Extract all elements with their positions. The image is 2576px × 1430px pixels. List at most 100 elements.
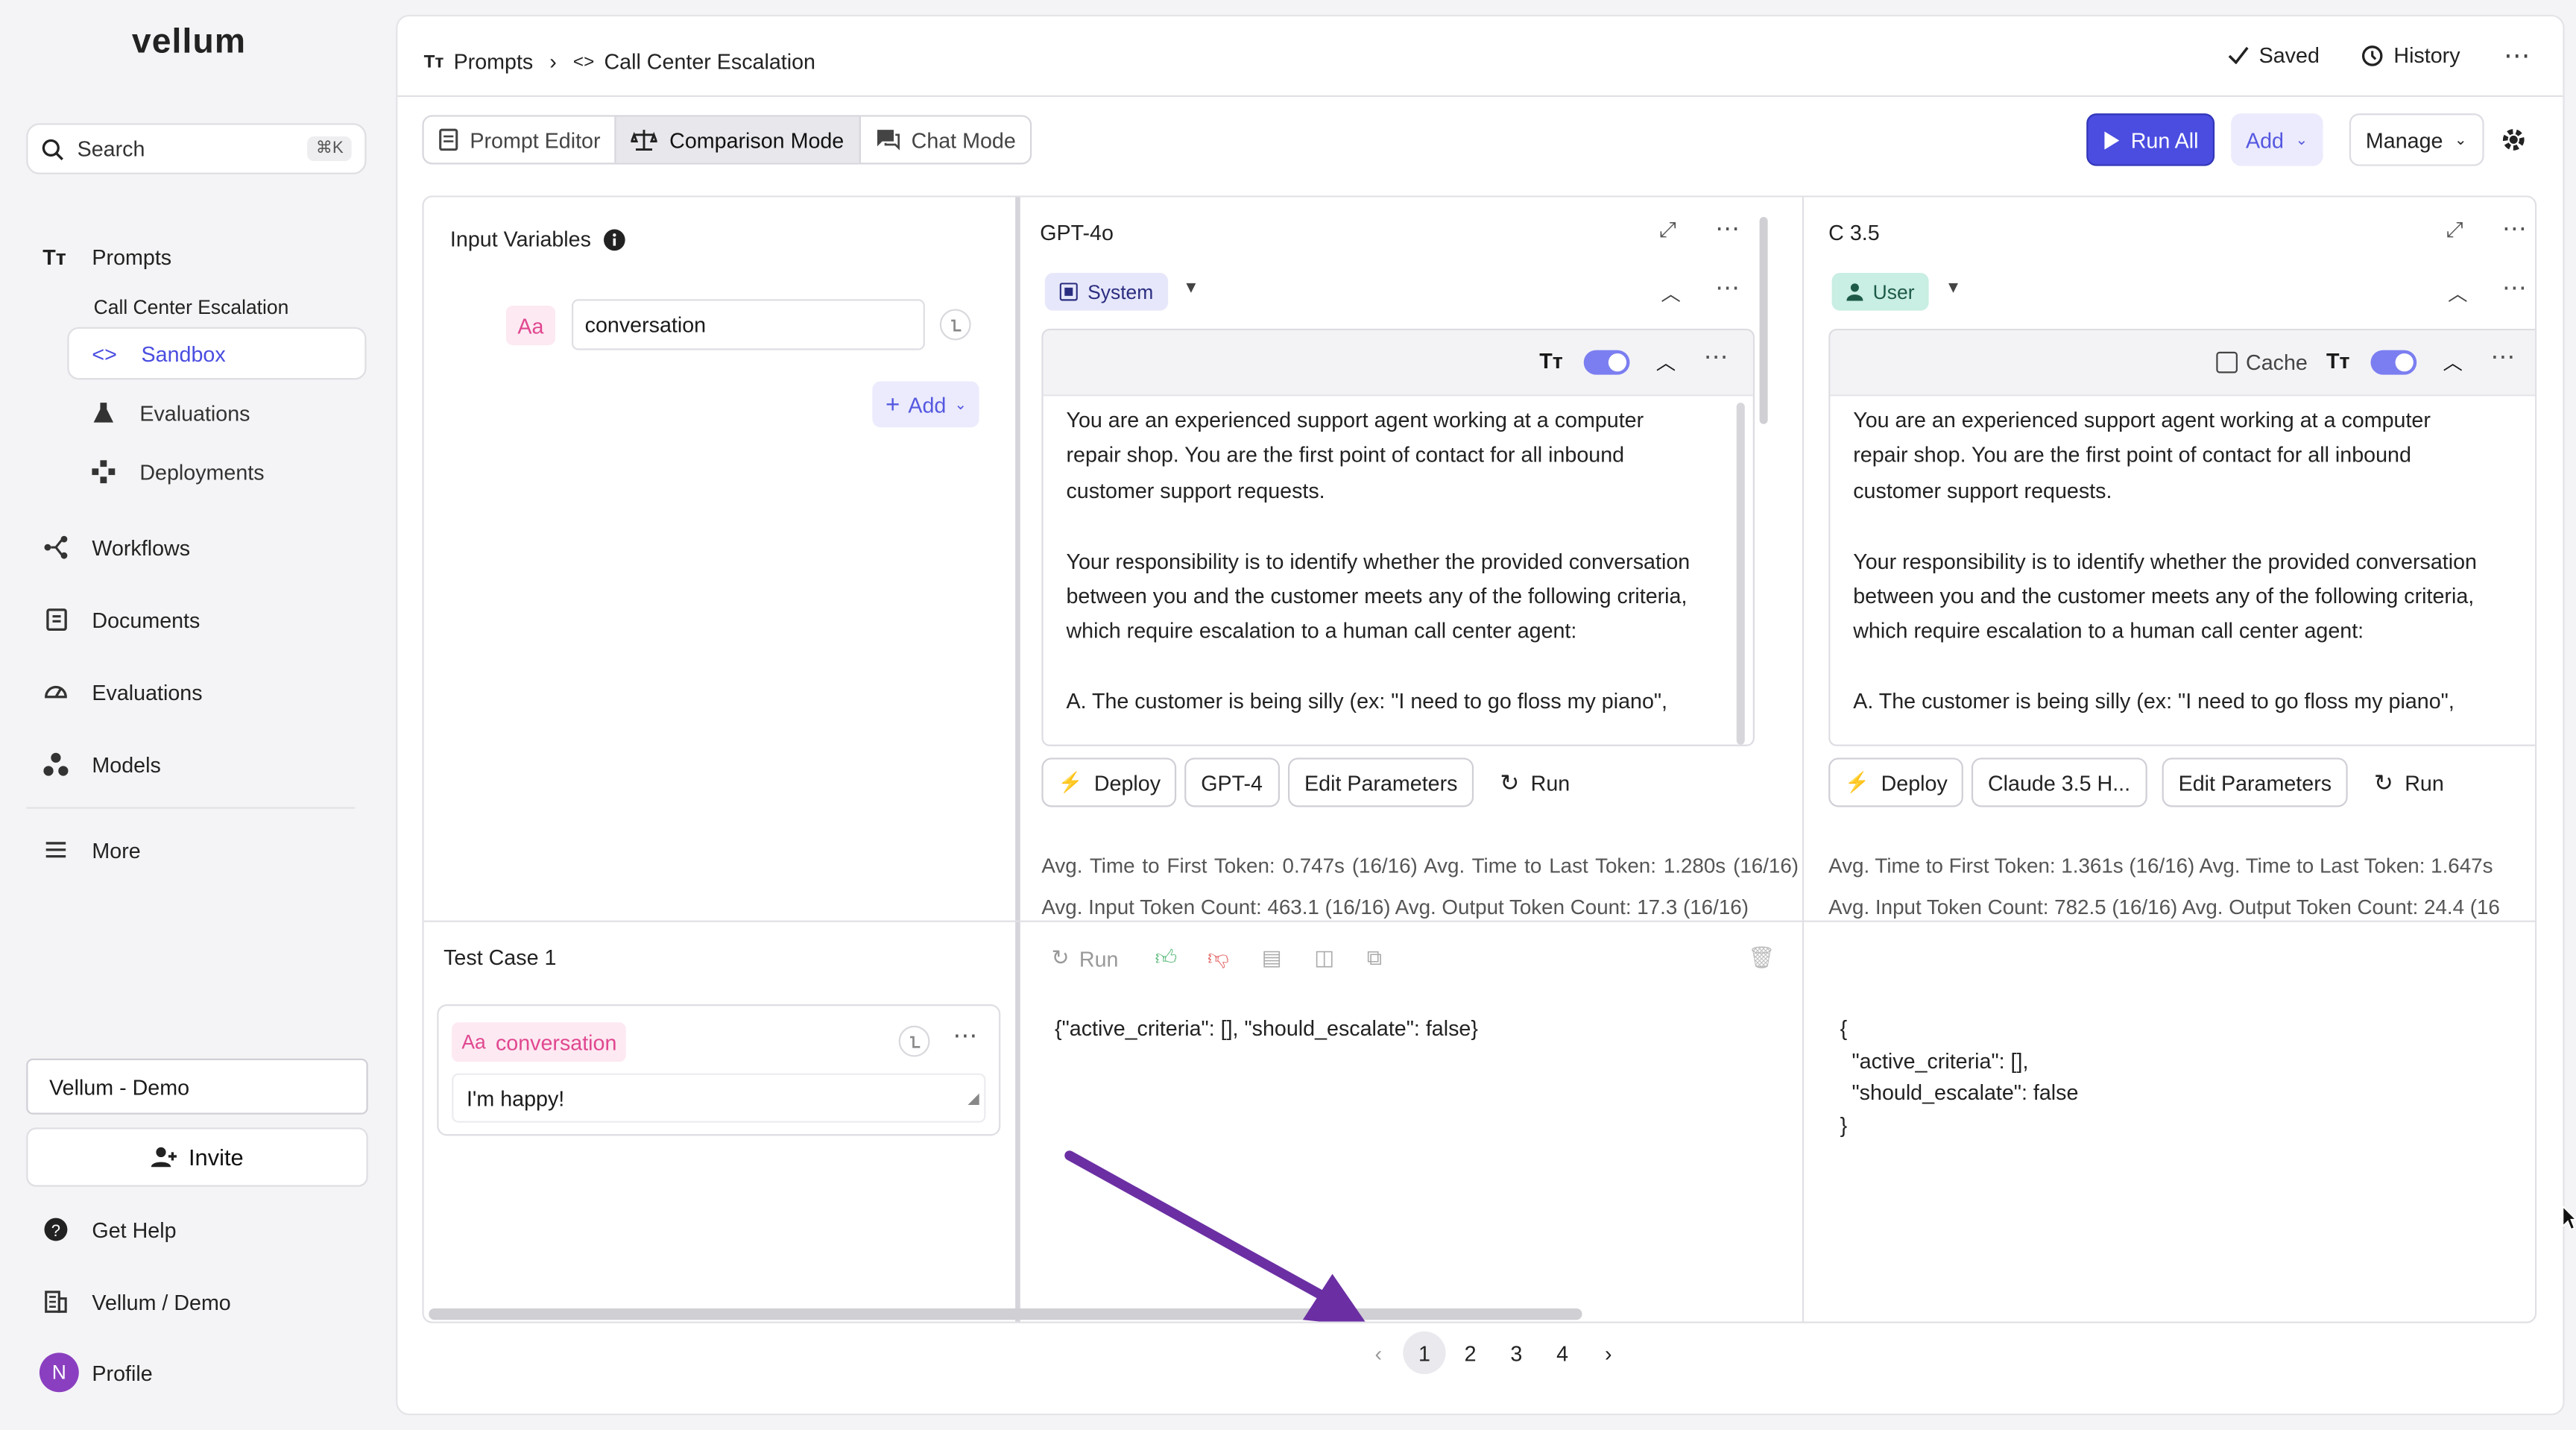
column-more-icon[interactable]: ⋯ bbox=[2502, 214, 2527, 243]
breadcrumb-prompts[interactable]: Prompts bbox=[454, 49, 534, 74]
variable-name-input[interactable]: conversation bbox=[572, 299, 925, 350]
deploy-button[interactable]: ⚡ Deploy bbox=[1041, 757, 1178, 807]
add-button[interactable]: Add ⌄ bbox=[2231, 113, 2323, 166]
variable-settings-icon[interactable] bbox=[939, 309, 971, 341]
models-icon bbox=[43, 752, 69, 776]
org-label: Vellum / Demo bbox=[92, 1289, 231, 1314]
prompt-text[interactable]: You are an experienced support agent wor… bbox=[1044, 396, 1753, 725]
lightning-icon: ⚡ bbox=[1058, 770, 1083, 794]
variable-settings-icon[interactable] bbox=[898, 1025, 930, 1057]
message-more-icon[interactable]: ⋯ bbox=[1715, 273, 1740, 302]
text-format-icon[interactable]: Tт bbox=[1539, 348, 1563, 373]
role-selector-user[interactable]: User bbox=[1831, 272, 1930, 311]
thumbs-up-icon[interactable]: 👍︎ bbox=[1155, 945, 1177, 971]
message-options-icon[interactable]: ⋯ bbox=[1704, 342, 1729, 371]
cache-checkbox[interactable]: Cache bbox=[2216, 350, 2308, 375]
search-box[interactable]: Search ⌘K bbox=[26, 123, 367, 174]
tab-chat-mode[interactable]: Chat Mode bbox=[860, 117, 1030, 163]
invite-label: Invite bbox=[188, 1144, 244, 1171]
copy-icon[interactable]: ⧉ bbox=[1367, 945, 1382, 971]
workspace-select[interactable]: Vellum - Demo bbox=[26, 1058, 368, 1115]
sidebar-item-label: Evaluations bbox=[139, 400, 250, 425]
pagination: ‹ 1 2 3 4 › bbox=[1355, 1331, 1631, 1375]
tab-prompt-editor[interactable]: Prompt Editor bbox=[424, 116, 617, 163]
manage-button[interactable]: Manage ⌄ bbox=[2349, 113, 2484, 166]
message-scrollbar[interactable] bbox=[1736, 403, 1745, 745]
edit-parameters-button[interactable]: Edit Parameters bbox=[1288, 757, 1474, 807]
user-plus-icon bbox=[151, 1147, 177, 1168]
output-gpt4o[interactable]: {"active_criteria": [], "should_escalate… bbox=[1055, 1012, 1478, 1045]
text-format-icon[interactable]: Tт bbox=[2326, 348, 2350, 373]
more-options-icon[interactable]: ⋯ bbox=[2504, 40, 2530, 72]
history-label: History bbox=[2393, 42, 2460, 68]
caret-down-icon[interactable]: ▼ bbox=[1945, 280, 1962, 297]
chevron-up-icon[interactable]: ︿ bbox=[2443, 348, 2462, 376]
breadcrumb: Tт Prompts › <> Call Center Escalation bbox=[424, 49, 815, 74]
run-all-button[interactable]: Run All bbox=[2086, 113, 2215, 166]
sidebar-item-evaluations[interactable]: Evaluations bbox=[67, 386, 366, 439]
current-prompt-name[interactable]: Call Center Escalation bbox=[94, 296, 289, 319]
nav-profile[interactable]: N Profile bbox=[39, 1352, 153, 1393]
nav-models[interactable]: Models bbox=[42, 745, 161, 784]
nav-workflows[interactable]: Workflows bbox=[42, 528, 190, 567]
expand-icon[interactable]: ⤢ bbox=[1659, 217, 1676, 243]
chevron-up-icon[interactable]: ︿ bbox=[1656, 348, 1676, 376]
run-button[interactable]: ↻ Run bbox=[2359, 757, 2459, 807]
nav-get-help[interactable]: ? Get Help bbox=[42, 1210, 177, 1250]
page-3[interactable]: 3 bbox=[1495, 1332, 1538, 1374]
gear-icon[interactable] bbox=[2501, 127, 2527, 153]
caret-down-icon[interactable]: ▼ bbox=[1183, 280, 1199, 297]
text-type-icon: Aa bbox=[505, 306, 555, 345]
model-selector[interactable]: Claude 3.5 H... bbox=[1971, 757, 2147, 807]
nav-org[interactable]: Vellum / Demo bbox=[42, 1282, 231, 1322]
sidebar-item-sandbox[interactable]: <> Sandbox bbox=[67, 327, 367, 380]
page-1[interactable]: 1 bbox=[1403, 1331, 1446, 1375]
column-more-icon[interactable]: ⋯ bbox=[1715, 214, 1740, 243]
page-4[interactable]: 4 bbox=[1541, 1332, 1583, 1374]
test-case-title[interactable]: Test Case 1 bbox=[443, 945, 556, 970]
expand-icon[interactable]: ⤢ bbox=[2446, 217, 2463, 243]
test-value-input[interactable]: I'm happy! ◢ bbox=[452, 1073, 986, 1123]
nav-documents[interactable]: Documents bbox=[42, 600, 200, 640]
prompt-text[interactable]: You are an experienced support agent wor… bbox=[1830, 396, 2535, 725]
test-case-more-icon[interactable]: ⋯ bbox=[953, 1021, 977, 1050]
building-icon bbox=[45, 1291, 67, 1313]
history-button[interactable]: History bbox=[2361, 42, 2460, 67]
add-variable-button[interactable]: + Add ⌄ bbox=[872, 381, 980, 428]
prev-page-icon[interactable]: ‹ bbox=[1357, 1332, 1400, 1374]
test-variable-name: conversation bbox=[495, 1030, 617, 1055]
trash-icon[interactable]: 🗑︎ bbox=[1748, 945, 1775, 971]
message-toggle[interactable] bbox=[2370, 350, 2417, 375]
invite-button[interactable]: Invite bbox=[26, 1127, 368, 1187]
column-title-c35[interactable]: C 3.5 bbox=[1828, 220, 1879, 245]
next-page-icon[interactable]: › bbox=[1587, 1332, 1629, 1374]
horizontal-scrollbar[interactable] bbox=[429, 1308, 1582, 1320]
nav-prompts[interactable]: Tт Prompts bbox=[42, 236, 171, 276]
sidebar-item-label: Sandbox bbox=[141, 341, 226, 366]
column-divider[interactable] bbox=[1015, 197, 1020, 1322]
message-more-icon[interactable]: ⋯ bbox=[2502, 273, 2527, 302]
thumbs-down-icon[interactable]: 👎︎ bbox=[1208, 945, 1229, 971]
edit-parameters-button[interactable]: Edit Parameters bbox=[2162, 757, 2349, 807]
message-toggle[interactable] bbox=[1583, 350, 1630, 375]
info-icon[interactable] bbox=[602, 227, 625, 251]
nav-more[interactable]: More bbox=[42, 830, 141, 869]
resize-handle-icon[interactable]: ◢ bbox=[967, 1089, 979, 1107]
role-selector-system[interactable]: System bbox=[1044, 272, 1169, 311]
output-run-button[interactable]: ↻ Run bbox=[1052, 945, 1119, 971]
deploy-button[interactable]: ⚡ Deploy bbox=[1828, 757, 1964, 807]
compare-icon[interactable]: ◫ bbox=[1314, 945, 1334, 971]
tab-comparison-mode[interactable]: Comparison Mode bbox=[616, 116, 861, 163]
message-options-icon[interactable]: ⋯ bbox=[2490, 342, 2515, 371]
output-c35[interactable]: { "active_criteria": [], "should_escalat… bbox=[1840, 1012, 2079, 1141]
column-title-gpt4o[interactable]: GPT-4o bbox=[1040, 220, 1114, 245]
sidebar-item-deployments[interactable]: Deployments bbox=[67, 445, 366, 498]
notes-icon[interactable]: ▤ bbox=[1262, 945, 1282, 971]
model-selector[interactable]: GPT-4 bbox=[1184, 757, 1280, 807]
nav-evaluations[interactable]: Evaluations bbox=[42, 673, 203, 712]
run-button[interactable]: ↻ Run bbox=[1485, 757, 1585, 807]
column-scrollbar[interactable] bbox=[1759, 217, 1768, 424]
chevron-up-icon[interactable]: ︿ bbox=[1661, 280, 1680, 307]
page-2[interactable]: 2 bbox=[1449, 1332, 1491, 1374]
chevron-up-icon[interactable]: ︿ bbox=[2448, 280, 2467, 307]
